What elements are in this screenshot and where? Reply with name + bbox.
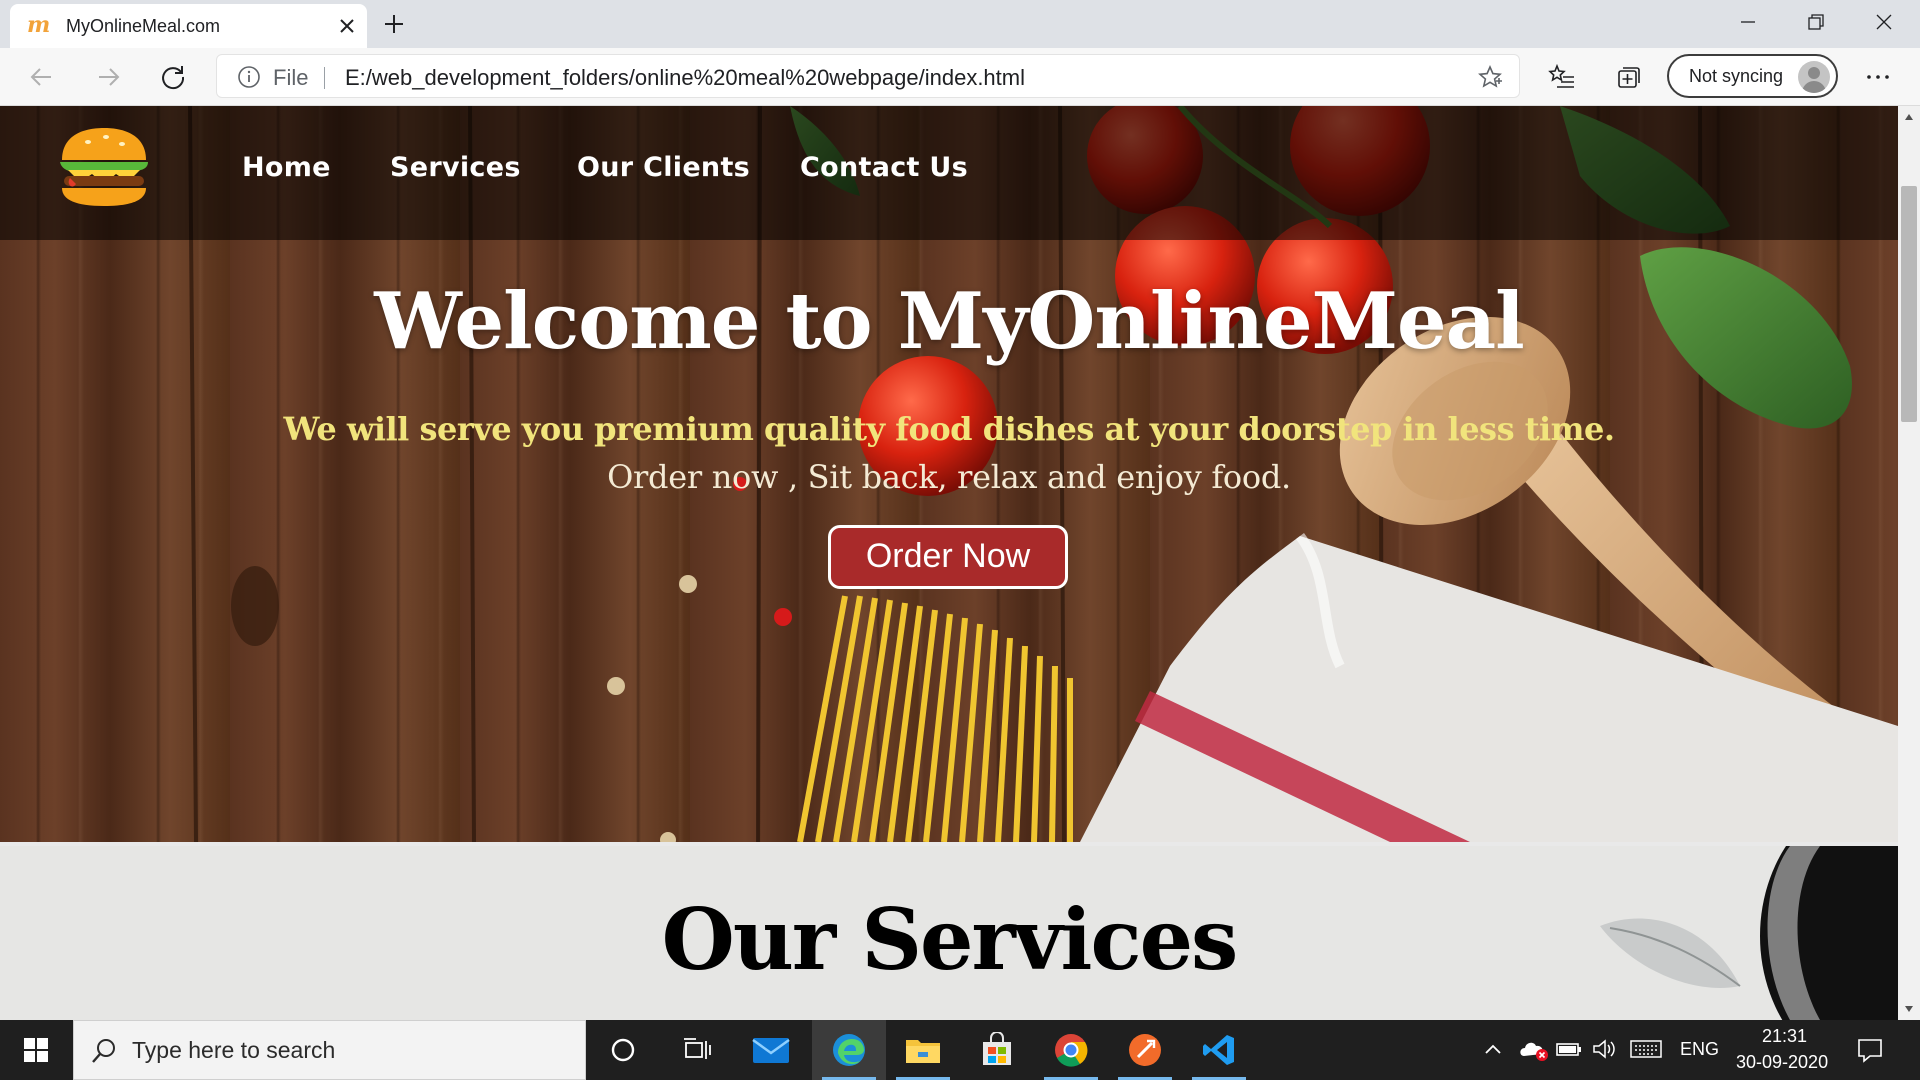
decorative-plate-image [1600,846,1898,1020]
notification-center-icon[interactable] [1856,1036,1884,1068]
favorites-list-icon[interactable] [1542,57,1582,97]
refresh-icon[interactable] [153,57,193,97]
profile-sync-button[interactable]: Not syncing [1667,54,1838,98]
volume-icon[interactable] [1592,1038,1618,1064]
close-tab-icon[interactable] [333,12,361,40]
hero-tagline: Order now , Sit back, relax and enjoy fo… [607,458,1291,496]
nav-our-clients[interactable]: Our Clients [577,152,750,183]
clock-date[interactable]: 30-09-2020 [1736,1052,1828,1073]
page-scrollbar[interactable] [1898,106,1920,1020]
more-menu-icon[interactable] [1858,57,1898,97]
collections-icon[interactable] [1608,57,1648,97]
site-favicon-icon: m [27,12,51,38]
hero-subtitle: We will serve you premium quality food d… [283,410,1615,448]
address-url[interactable]: E:/web_development_folders/online%20meal… [345,65,1025,91]
new-tab-icon[interactable] [378,8,410,40]
browser-toolbar: File E:/web_development_folders/online%2… [0,48,1920,106]
input-language-indicator[interactable]: ENG [1680,1039,1719,1060]
avatar [1798,61,1830,93]
burger-logo-icon[interactable] [58,126,150,208]
browser-tab-strip: m MyOnlineMeal.com [0,0,1920,48]
scrollbar-thumb[interactable] [1901,186,1917,422]
nav-home[interactable]: Home [242,152,331,183]
favorite-star-icon[interactable] [1477,64,1503,94]
restore-icon[interactable] [1782,0,1850,44]
hero-section: Home Services Our Clients Contact Us Wel… [0,106,1898,842]
chrome-app-icon[interactable] [1034,1020,1108,1080]
web-page: Home Services Our Clients Contact Us Wel… [0,106,1898,1020]
minimize-icon[interactable] [1714,0,1782,44]
edge-browser-app-icon[interactable] [812,1020,886,1080]
microsoft-store-app-icon[interactable] [960,1020,1034,1080]
order-now-button[interactable]: Order Now [828,525,1068,589]
task-view-icon[interactable] [660,1020,734,1080]
mail-app-icon[interactable] [734,1020,808,1080]
address-scheme-label: File [273,65,309,90]
hero-title: Welcome to MyOnlineMeal [374,276,1525,367]
windows-start-icon[interactable] [0,1020,72,1080]
close-window-icon[interactable] [1850,0,1918,44]
profile-sync-label: Not syncing [1689,66,1784,86]
show-hidden-icons-chevron-icon[interactable] [1482,1038,1504,1064]
windows-taskbar: Type here to search ENG 21:31 30-09-2020 [0,1020,1920,1080]
onedrive-error-icon[interactable] [1518,1036,1550,1066]
taskbar-search-placeholder: Type here to search [132,1037,336,1063]
search-icon [92,1039,115,1063]
site-header: Home Services Our Clients Contact Us [0,106,1898,240]
address-separator [324,67,325,89]
vscode-app-icon[interactable] [1182,1020,1256,1080]
nav-contact-us[interactable]: Contact Us [800,152,968,183]
info-icon[interactable] [237,65,261,93]
tab-title: MyOnlineMeal.com [66,16,221,36]
taskbar-search-box[interactable]: Type here to search [73,1020,586,1080]
forward-icon[interactable] [88,57,128,97]
services-section: Our Services [0,846,1898,1020]
battery-icon[interactable] [1556,1038,1582,1064]
scroll-down-arrow-icon[interactable] [1898,998,1920,1020]
scroll-up-arrow-icon[interactable] [1898,106,1920,128]
back-icon[interactable] [22,57,62,97]
cortana-icon[interactable] [586,1020,660,1080]
touch-keyboard-icon[interactable] [1630,1038,1662,1064]
nav-services[interactable]: Services [390,152,521,183]
browser-tab[interactable]: m MyOnlineMeal.com [10,4,367,48]
address-bar[interactable]: File E:/web_development_folders/online%2… [216,54,1520,98]
file-explorer-app-icon[interactable] [886,1020,960,1080]
brackets-editor-app-icon[interactable] [1108,1020,1182,1080]
clock-time[interactable]: 21:31 [1762,1026,1807,1047]
